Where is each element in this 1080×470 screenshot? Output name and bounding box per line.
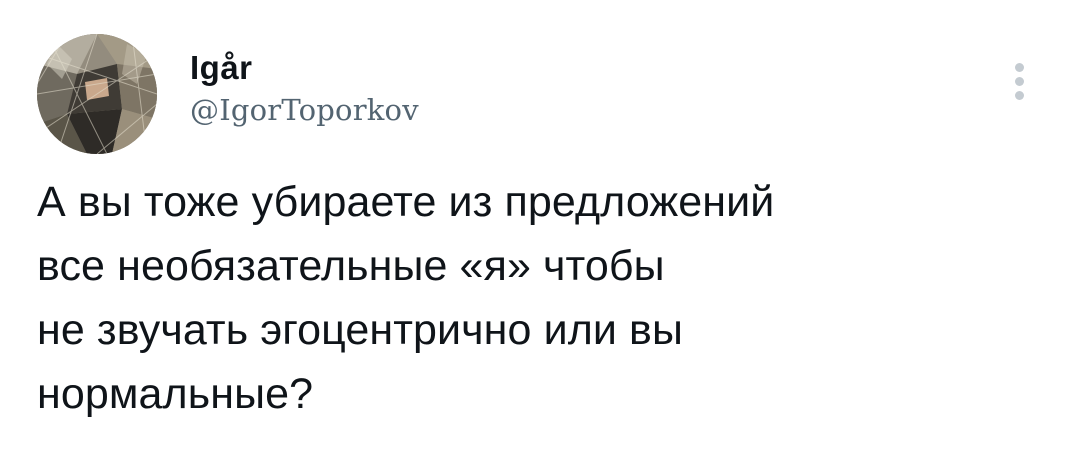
- author-info: Igår @IgorToporkov: [190, 48, 419, 128]
- author-handle[interactable]: @IgorToporkov: [190, 92, 419, 128]
- tweet-text: А вы тоже убираете из предложений все не…: [37, 178, 775, 418]
- avatar-image: [37, 34, 157, 154]
- avatar[interactable]: [37, 34, 157, 154]
- tweet-card: Igår @IgorToporkov А вы тоже убираете из…: [0, 0, 1080, 470]
- more-options-button[interactable]: [1008, 60, 1032, 104]
- author-display-name[interactable]: Igår: [190, 48, 419, 88]
